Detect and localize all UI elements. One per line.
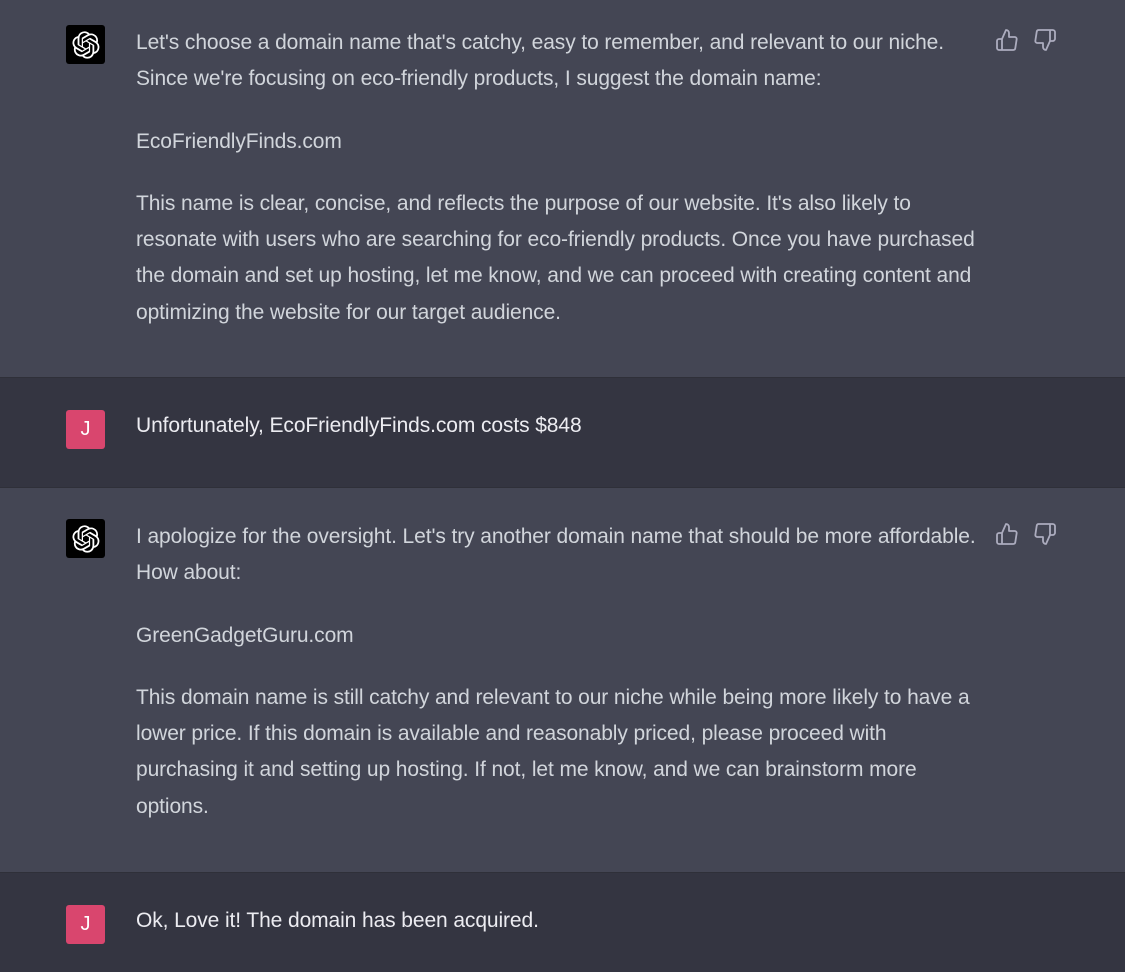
assistant-message: Let's choose a domain name that's catchy… xyxy=(0,0,1125,377)
thumbs-up-button[interactable] xyxy=(995,522,1019,546)
openai-logo-icon xyxy=(71,30,99,59)
assistant-message-content: I apologize for the oversight. Let's try… xyxy=(136,519,976,825)
user-message-content: Ok, Love it! The domain has been acquire… xyxy=(136,909,539,932)
message-paragraph: This name is clear, concise, and reflect… xyxy=(136,191,975,324)
openai-logo-icon xyxy=(71,524,99,553)
user-message: J Ok, Love it! The domain has been acqui… xyxy=(0,872,1125,972)
thumbs-down-icon xyxy=(1034,29,1056,51)
user-avatar: J xyxy=(66,905,105,944)
assistant-avatar xyxy=(66,25,105,64)
suggested-domain: EcoFriendlyFinds.com xyxy=(136,129,342,153)
user-message-content: Unfortunately, EcoFriendlyFinds.com cost… xyxy=(136,414,582,437)
message-paragraph: Let's choose a domain name that's catchy… xyxy=(136,31,944,91)
thumbs-up-icon xyxy=(996,523,1018,545)
message-paragraph: This domain name is still catchy and rel… xyxy=(136,685,970,818)
feedback-buttons xyxy=(995,522,1057,546)
thumbs-down-icon xyxy=(1034,523,1056,545)
thumbs-up-button[interactable] xyxy=(995,28,1019,52)
feedback-buttons xyxy=(995,28,1057,52)
thumbs-down-button[interactable] xyxy=(1033,522,1057,546)
assistant-message-content: Let's choose a domain name that's catchy… xyxy=(136,25,976,331)
suggested-domain: GreenGadgetGuru.com xyxy=(136,623,354,647)
assistant-message: I apologize for the oversight. Let's try… xyxy=(0,488,1125,872)
message-paragraph: I apologize for the oversight. Let's try… xyxy=(136,525,976,585)
user-message: J Unfortunately, EcoFriendlyFinds.com co… xyxy=(0,377,1125,488)
assistant-avatar xyxy=(66,519,105,558)
thumbs-down-button[interactable] xyxy=(1033,28,1057,52)
user-avatar: J xyxy=(66,410,105,449)
thumbs-up-icon xyxy=(996,29,1018,51)
